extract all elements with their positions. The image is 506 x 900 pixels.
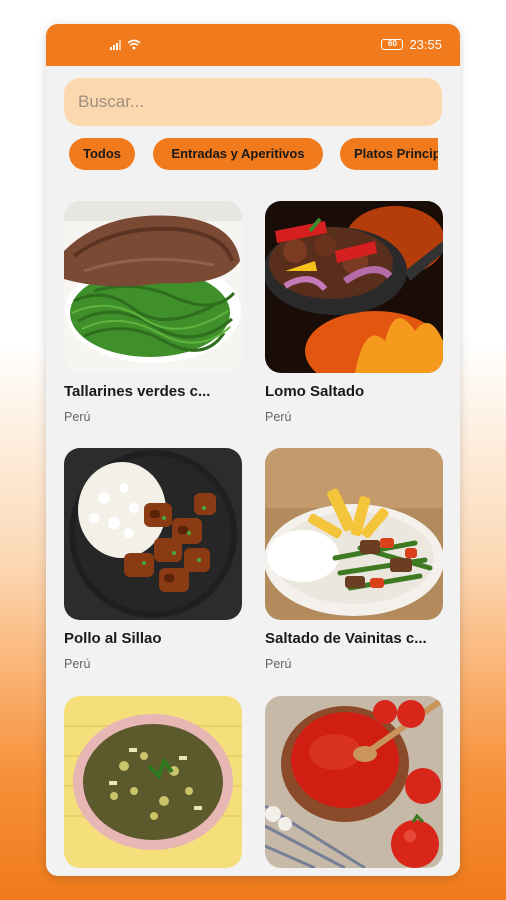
chip-entradas[interactable]: Entradas y Aperitivos xyxy=(153,138,323,170)
clock: 23:55 xyxy=(409,37,442,52)
battery-icon: 60 xyxy=(381,39,404,50)
recipe-card[interactable] xyxy=(64,696,242,876)
recipe-title: Lomo Saltado xyxy=(265,383,365,400)
recipe-card[interactable]: Saltado de Vainitas c... Perú xyxy=(265,448,443,671)
recipe-title: Saltado de Vainitas c... xyxy=(265,630,427,647)
recipe-card[interactable]: Lomo Saltado Perú xyxy=(265,201,443,424)
recipe-image-pollo-sillao xyxy=(64,448,242,620)
recipe-origin: Perú xyxy=(265,657,292,671)
search-bar[interactable] xyxy=(64,78,442,126)
chip-todos[interactable]: Todos xyxy=(69,138,135,170)
recipe-image-tallarines xyxy=(64,201,242,373)
recipe-image-soup xyxy=(64,696,242,868)
status-right: 60 23:55 xyxy=(381,37,442,52)
recipe-card[interactable]: Pollo al Sillao Perú xyxy=(64,448,242,671)
recipe-card[interactable] xyxy=(265,696,443,876)
recipe-card[interactable]: Tallarines verdes c... Perú xyxy=(64,201,242,424)
wifi-icon xyxy=(127,39,141,50)
status-icons xyxy=(110,39,141,50)
recipe-origin: Perú xyxy=(64,410,91,424)
recipe-origin: Perú xyxy=(265,410,292,424)
recipe-origin: Perú xyxy=(64,657,91,671)
app-screen: 60 23:55 Todos Entradas y Aperitivos Pla… xyxy=(46,24,460,876)
recipe-image-lomo-saltado xyxy=(265,201,443,373)
recipe-title: Pollo al Sillao xyxy=(64,630,162,647)
recipe-image-saltado-vainitas xyxy=(265,448,443,620)
chip-platos-principales[interactable]: Platos Principales xyxy=(340,138,438,170)
recipe-title: Tallarines verdes c... xyxy=(64,383,211,400)
search-input[interactable] xyxy=(64,78,442,126)
recipe-image-tomato-sauce xyxy=(265,696,443,868)
status-bar: 60 23:55 xyxy=(46,24,460,66)
category-chips: Todos Entradas y Aperitivos Platos Princ… xyxy=(69,138,438,172)
signal-icon xyxy=(110,39,121,50)
